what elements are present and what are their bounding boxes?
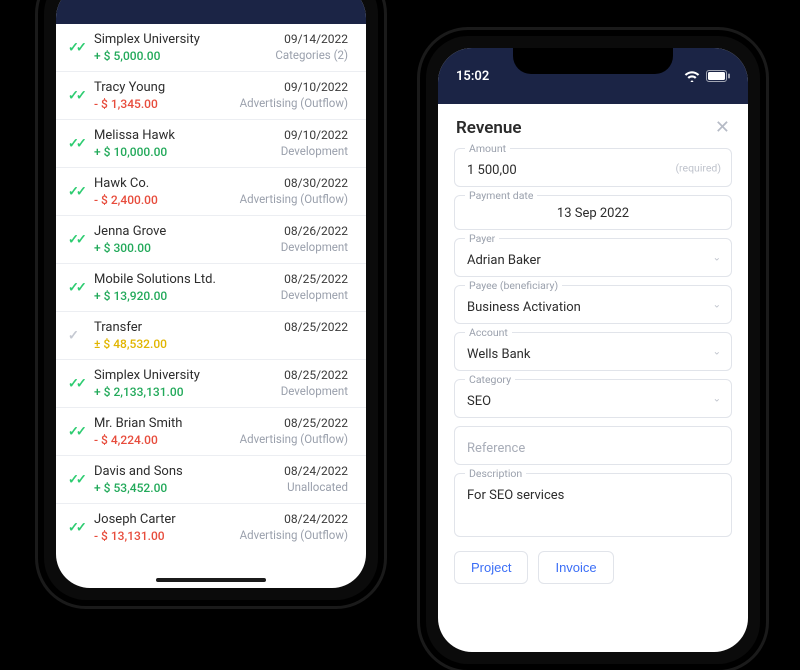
payment-date-value: 13 Sep 2022: [467, 206, 719, 221]
double-check-icon: ✓✓: [68, 40, 84, 55]
status-icons: [684, 70, 730, 82]
transaction-category: Advertising (Outflow): [240, 528, 348, 542]
transaction-row[interactable]: ✓✓Mobile Solutions Ltd.+ $ 13,920.0008/2…: [56, 263, 366, 311]
transaction-date: 09/10/2022: [284, 80, 348, 94]
phone-right-volume-up: [417, 180, 420, 224]
phone-left-volume-up: [35, 116, 38, 160]
phone-left-screen: ✓✓Simplex University+ $ 5,000.0009/14/20…: [56, 0, 366, 588]
double-check-icon: ✓✓: [68, 520, 84, 535]
payment-date-label: Payment date: [465, 189, 537, 202]
category-label: Category: [465, 373, 515, 386]
form-title-bar: Revenue ✕: [438, 104, 748, 144]
transaction-row[interactable]: ✓Transfer± $ 48,532.0008/25/2022: [56, 311, 366, 359]
transaction-row[interactable]: ✓✓Davis and Sons+ $ 53,452.0008/24/2022U…: [56, 455, 366, 503]
double-check-icon: ✓✓: [68, 424, 84, 439]
description-value: For SEO services: [467, 488, 564, 503]
transaction-date: 08/25/2022: [284, 320, 348, 334]
phone-left-power-button: [384, 126, 387, 196]
left-app-header: [56, 0, 366, 24]
form-footer-links: Project Invoice: [438, 547, 748, 588]
transaction-row[interactable]: ✓✓Mr. Brian Smith- $ 4,224.0008/25/2022A…: [56, 407, 366, 455]
wifi-icon: [684, 70, 700, 82]
transaction-category: Development: [281, 384, 348, 398]
transaction-category: Development: [281, 240, 348, 254]
double-check-icon: ✓✓: [68, 184, 84, 199]
double-check-icon: ✓✓: [68, 472, 84, 487]
transaction-category: Development: [281, 288, 348, 302]
phone-right-notch: [513, 48, 673, 74]
transaction-category: Development: [281, 144, 348, 158]
transaction-date: 08/25/2022: [284, 416, 348, 430]
transaction-row[interactable]: ✓✓Melissa Hawk+ $ 10,000.0009/10/2022Dev…: [56, 119, 366, 167]
invoice-button[interactable]: Invoice: [538, 551, 613, 584]
chevron-down-icon: ⌄: [713, 393, 721, 404]
chevron-down-icon: ⌄: [713, 346, 721, 357]
transaction-list[interactable]: ✓✓Simplex University+ $ 5,000.0009/14/20…: [56, 24, 366, 588]
transaction-row[interactable]: ✓✓Simplex University+ $ 2,133,131.0008/2…: [56, 359, 366, 407]
transaction-date: 08/24/2022: [284, 464, 348, 478]
phone-right-screen: 15:02 Revenue ✕ Amount 1 500,00 (require…: [438, 48, 748, 652]
transaction-date: 08/26/2022: [284, 224, 348, 238]
payee-value: Business Activation: [467, 300, 581, 315]
chevron-down-icon: ⌄: [713, 252, 721, 263]
payer-value: Adrian Baker: [467, 253, 541, 268]
transaction-row[interactable]: ✓✓Tracy Young- $ 1,345.0009/10/2022Adver…: [56, 71, 366, 119]
transaction-date: 08/30/2022: [284, 176, 348, 190]
close-icon[interactable]: ✕: [715, 119, 730, 137]
transaction-row[interactable]: ✓✓Jenna Grove+ $ 300.0008/26/2022Develop…: [56, 215, 366, 263]
transaction-date: 08/25/2022: [284, 368, 348, 382]
project-button[interactable]: Project: [454, 551, 528, 584]
chevron-down-icon: ⌄: [713, 299, 721, 310]
reference-field[interactable]: Reference: [454, 426, 732, 465]
transaction-date: 09/14/2022: [284, 32, 348, 46]
transaction-date: 08/25/2022: [284, 272, 348, 286]
double-check-icon: ✓✓: [68, 136, 84, 151]
amount-label: Amount: [465, 142, 510, 155]
transaction-amount: ± $ 48,532.00: [94, 337, 348, 351]
category-field[interactable]: Category SEO ⌄: [454, 379, 732, 418]
transaction-date: 08/24/2022: [284, 512, 348, 526]
double-check-icon: ✓✓: [68, 376, 84, 391]
transaction-row[interactable]: ✓✓Hawk Co.- $ 2,400.0008/30/2022Advertis…: [56, 167, 366, 215]
phone-left-mute-switch: [35, 76, 38, 102]
payment-date-field[interactable]: Payment date 13 Sep 2022: [454, 195, 732, 230]
amount-value: 1 500,00: [467, 163, 517, 178]
form-title: Revenue: [456, 118, 522, 138]
home-indicator[interactable]: [156, 578, 266, 582]
phone-left-volume-down: [35, 170, 38, 214]
phone-right-volume-down: [417, 234, 420, 278]
double-check-icon: ✓✓: [68, 232, 84, 247]
revenue-form: Amount 1 500,00 (required) Payment date …: [438, 144, 748, 547]
battery-icon: [706, 70, 730, 82]
transaction-row[interactable]: ✓✓Joseph Carter- $ 13,131.0008/24/2022Ad…: [56, 503, 366, 551]
amount-required-hint: (required): [675, 161, 721, 174]
transaction-date: 09/10/2022: [284, 128, 348, 142]
phone-right-mute-switch: [417, 140, 420, 166]
transaction-row[interactable]: ✓✓Simplex University+ $ 5,000.0009/14/20…: [56, 24, 366, 71]
transaction-category: Unallocated: [287, 480, 348, 494]
payee-label: Payee (beneficiary): [465, 279, 562, 292]
category-value: SEO: [467, 394, 491, 409]
transaction-category: Advertising (Outflow): [240, 432, 348, 446]
amount-field[interactable]: Amount 1 500,00 (required): [454, 148, 732, 187]
reference-placeholder: Reference: [467, 441, 525, 456]
double-check-icon: ✓✓: [68, 88, 84, 103]
check-icon: ✓: [68, 328, 76, 343]
status-time: 15:02: [456, 69, 489, 84]
double-check-icon: ✓✓: [68, 280, 84, 295]
payee-field[interactable]: Payee (beneficiary) Business Activation …: [454, 285, 732, 324]
account-value: Wells Bank: [467, 347, 530, 362]
phone-right-power-button: [766, 190, 769, 260]
account-field[interactable]: Account Wells Bank ⌄: [454, 332, 732, 371]
description-field[interactable]: Description For SEO services: [454, 473, 732, 537]
transaction-category: Advertising (Outflow): [240, 96, 348, 110]
payer-label: Payer: [465, 232, 499, 245]
phone-right-frame: 15:02 Revenue ✕ Amount 1 500,00 (require…: [420, 30, 766, 670]
account-label: Account: [465, 326, 512, 339]
phone-left-frame: ✓✓Simplex University+ $ 5,000.0009/14/20…: [38, 0, 384, 606]
payer-field[interactable]: Payer Adrian Baker ⌄: [454, 238, 732, 277]
transaction-category: Categories (2): [275, 48, 348, 62]
description-label: Description: [465, 467, 526, 480]
transaction-category: Advertising (Outflow): [240, 192, 348, 206]
